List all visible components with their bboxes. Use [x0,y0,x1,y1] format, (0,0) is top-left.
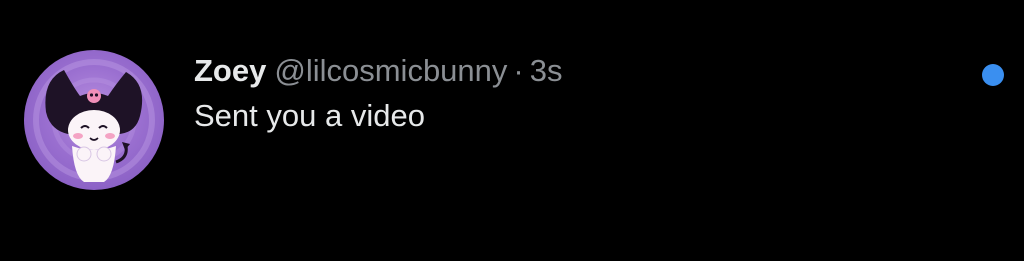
header-line: Zoey @lilcosmicbunny · 3s [194,50,944,92]
conversation-row[interactable]: Zoey @lilcosmicbunny · 3s Sent you a video [0,0,1024,261]
message-content[interactable]: Zoey @lilcosmicbunny · 3s Sent you a video [194,50,944,136]
kuromi-avatar-icon [33,59,155,182]
user-handle[interactable]: @lilcosmicbunny [274,53,507,88]
display-name[interactable]: Zoey [194,53,266,88]
unread-indicator-icon [982,64,1004,86]
timestamp: 3s [529,53,563,88]
message-preview: Sent you a video [194,98,425,133]
avatar[interactable] [24,50,164,190]
separator-dot: · [513,53,524,88]
